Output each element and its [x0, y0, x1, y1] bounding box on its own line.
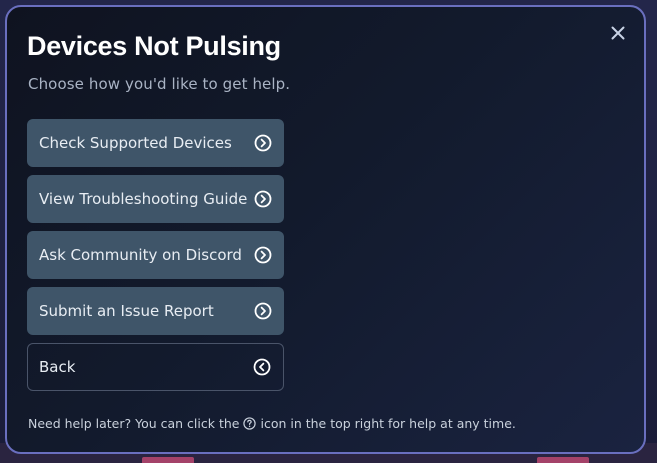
help-footer-note: Need help later? You can click the icon … — [28, 416, 516, 431]
view-troubleshooting-guide-button[interactable]: View Troubleshooting Guide — [27, 175, 284, 223]
help-circle-icon — [243, 417, 257, 430]
close-icon — [611, 26, 625, 40]
ask-community-discord-button[interactable]: Ask Community on Discord — [27, 231, 284, 279]
footer-text-after: icon in the top right for help at any ti… — [260, 416, 516, 431]
option-label: Back — [39, 358, 76, 376]
footer-text-before: Need help later? You can click the — [28, 416, 240, 431]
chevron-right-circle-icon — [254, 134, 272, 152]
chevron-right-circle-icon — [254, 246, 272, 264]
chevron-right-circle-icon — [254, 190, 272, 208]
backdrop-chip-left — [142, 457, 194, 463]
modal-title: Devices Not Pulsing — [27, 31, 281, 61]
chevron-left-circle-icon — [253, 358, 271, 376]
option-label: View Troubleshooting Guide — [39, 190, 248, 208]
option-label: Submit an Issue Report — [39, 302, 214, 320]
backdrop-chip-right — [537, 457, 589, 463]
close-button[interactable] — [606, 21, 630, 45]
chevron-right-circle-icon — [254, 302, 272, 320]
submit-issue-report-button[interactable]: Submit an Issue Report — [27, 287, 284, 335]
option-label: Check Supported Devices — [39, 134, 232, 152]
check-supported-devices-button[interactable]: Check Supported Devices — [27, 119, 284, 167]
help-modal: Devices Not Pulsing Choose how you'd lik… — [5, 5, 646, 454]
modal-subtitle: Choose how you'd like to get help. — [28, 75, 291, 93]
help-options-list: Check Supported Devices View Troubleshoo… — [27, 119, 284, 399]
option-label: Ask Community on Discord — [39, 246, 242, 264]
back-button[interactable]: Back — [27, 343, 284, 391]
